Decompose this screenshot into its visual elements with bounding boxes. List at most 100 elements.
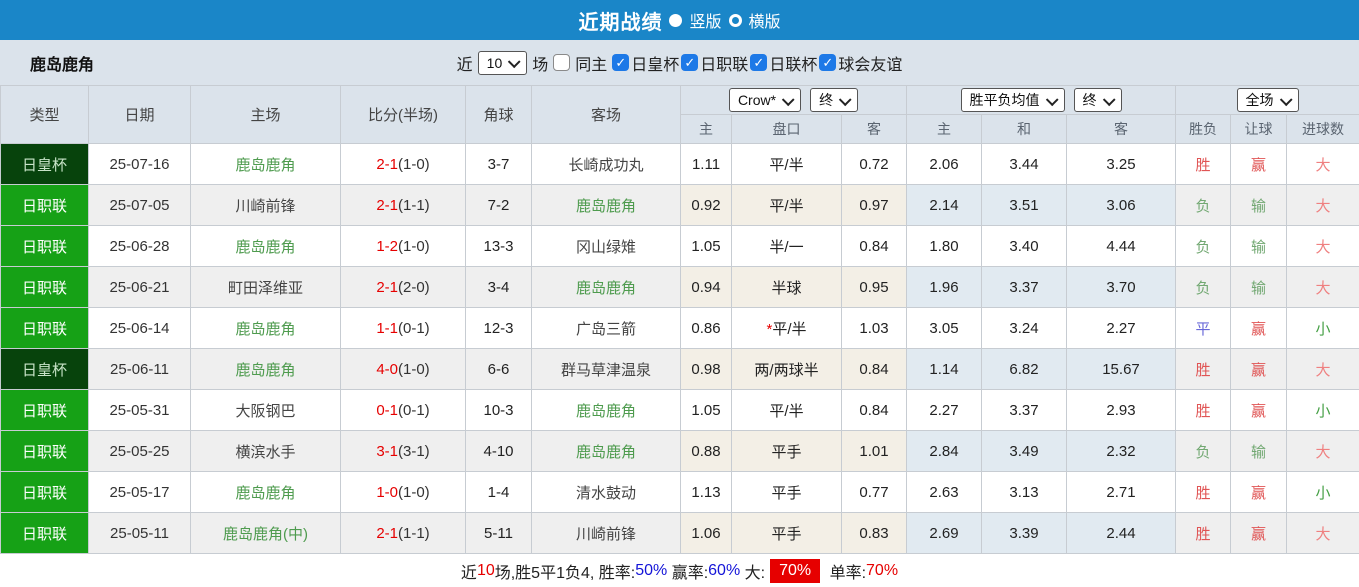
match-row: 日职联 25-05-17 鹿岛鹿角 1-0(1-0) 1-4 清水鼓动 1.13 平手 0.77…: [0, 471, 1359, 513]
home-team-cell: 鹿岛鹿角(中): [190, 512, 341, 554]
euro-away-odds-cell: 4.44: [1066, 225, 1176, 267]
goals-result-cell: 小: [1286, 307, 1359, 349]
euro-draw-odds-cell: 3.24: [981, 307, 1067, 349]
subheader-goals: 进球数: [1286, 114, 1359, 144]
home-team-cell: 鹿岛鹿角: [190, 471, 341, 513]
subheader-asian-away: 客: [841, 114, 907, 144]
away-team-cell: 广岛三箭: [531, 307, 681, 349]
goals-result-cell: 大: [1286, 430, 1359, 472]
goals-result-cell: 大: [1286, 348, 1359, 390]
asian-home-odds-cell: 1.13: [680, 471, 732, 513]
match-row: 日职联 25-06-28 鹿岛鹿角 1-2(1-0) 13-3 冈山绿雉 1.05 半/一 0.…: [0, 225, 1359, 267]
asian-away-odds-cell: 0.97: [841, 184, 907, 226]
full-time-score: 2-1: [376, 196, 398, 214]
match-count-select[interactable]: 10: [477, 50, 528, 75]
asian-away-odds-cell: 0.84: [841, 389, 907, 431]
euro-draw-odds-cell: 3.37: [981, 389, 1067, 431]
match-row: 日职联 25-05-25 横滨水手 3-1(3-1) 4-10 鹿岛鹿角 0.88 平手 1.0…: [0, 430, 1359, 472]
euro-home-odds-cell: 2.84: [906, 430, 982, 472]
match-type-cell: 日职联: [0, 471, 89, 513]
date-cell: 25-06-28: [88, 225, 191, 267]
home-team-cell: 鹿岛鹿角: [190, 225, 341, 267]
euro-period-select[interactable]: 终: [1073, 88, 1122, 112]
half-time-score: (1-1): [398, 196, 430, 214]
handicap-result-cell: 输: [1230, 225, 1287, 267]
goals-result-cell: 大: [1286, 184, 1359, 226]
asian-handicap-cell: 平手: [731, 512, 842, 554]
competition-checkbox[interactable]: [612, 54, 630, 71]
bookmaker-select-value: Crow*: [737, 92, 777, 108]
corners-cell: 3-7: [465, 143, 532, 185]
column-header-corners: 角球: [465, 85, 532, 144]
footer-stat-segment: 70%: [770, 559, 821, 583]
match-row: 日职联 25-05-11 鹿岛鹿角(中) 2-1(1-1) 5-11 川崎前锋 1.06 平手…: [0, 512, 1359, 554]
competition-label[interactable]: 日皇杯: [631, 51, 679, 75]
chevron-down-icon: [1279, 92, 1293, 106]
away-team-cell: 冈山绿雉: [531, 225, 681, 267]
column-header-date: 日期: [88, 85, 191, 144]
layout-vertical-label[interactable]: 竖版: [689, 8, 721, 32]
competition-filter-group: 日皇杯日职联日联杯球会友谊: [612, 51, 902, 75]
competition-checkbox[interactable]: [750, 54, 768, 71]
euro-home-odds-cell: 2.69: [906, 512, 982, 554]
near-label: 近: [456, 56, 473, 74]
euro-draw-odds-cell: 6.82: [981, 348, 1067, 390]
handicap-change-mark: *: [766, 320, 773, 338]
away-team-cell: 鹿岛鹿角: [531, 266, 681, 308]
away-team-cell: 长崎成功丸: [531, 143, 681, 185]
layout-horizontal-label[interactable]: 横版: [749, 8, 781, 32]
subheader-result: 胜负: [1175, 114, 1231, 144]
corners-cell: 3-4: [465, 266, 532, 308]
result-cell: 平: [1175, 307, 1231, 349]
score-cell: 0-1(0-1): [340, 389, 466, 431]
footer-stat-segment: 50%: [635, 562, 668, 579]
subheader-asian-home: 主: [680, 114, 732, 144]
layout-radio-horizontal-icon[interactable]: [728, 13, 742, 27]
scope-select[interactable]: 全场: [1236, 88, 1299, 112]
match-count-value: 10: [486, 54, 503, 71]
asian-home-odds-cell: 0.98: [680, 348, 732, 390]
euro-odds-select[interactable]: 胜平负均值: [960, 88, 1065, 112]
subheader-euro-away: 客: [1066, 114, 1176, 144]
asian-period-select[interactable]: 终: [810, 88, 859, 112]
handicap-result-cell: 赢: [1230, 389, 1287, 431]
same-home-label[interactable]: 同主: [575, 51, 607, 75]
euro-home-odds-cell: 2.27: [906, 389, 982, 431]
away-team-cell: 川崎前锋: [531, 512, 681, 554]
corners-cell: 12-3: [465, 307, 532, 349]
chevron-down-icon: [838, 92, 852, 106]
asian-home-odds-cell: 1.11: [680, 143, 732, 185]
bookmaker-select[interactable]: Crow*: [728, 88, 802, 112]
competition-label[interactable]: 球会友谊: [838, 51, 902, 75]
footer-stat-segment: 赢率:: [667, 565, 709, 582]
competition-checkbox[interactable]: [681, 54, 699, 71]
match-row: 日职联 25-05-31 大阪钢巴 0-1(0-1) 10-3 鹿岛鹿角 1.05 平/半 0.…: [0, 389, 1359, 431]
subheader-euro-home: 主: [906, 114, 982, 144]
score-cell: 2-1(2-0): [340, 266, 466, 308]
euro-odds-select-value: 胜平负均值: [969, 92, 1040, 108]
handicap-result-cell: 赢: [1230, 143, 1287, 185]
half-time-score: (1-0): [398, 155, 430, 173]
score-cell: 2-1(1-1): [340, 184, 466, 226]
asian-away-odds-cell: 1.01: [841, 430, 907, 472]
corners-cell: 7-2: [465, 184, 532, 226]
same-home-checkbox[interactable]: [553, 54, 571, 71]
match-type-cell: 日职联: [0, 512, 89, 554]
away-team-cell: 清水鼓动: [531, 471, 681, 513]
home-team-cell: 川崎前锋: [190, 184, 341, 226]
match-row: 日皇杯 25-06-11 鹿岛鹿角 4-0(1-0) 6-6 群马草津温泉 0.98 两/两球…: [0, 348, 1359, 390]
goals-result-cell: 小: [1286, 389, 1359, 431]
competition-checkbox[interactable]: [819, 54, 837, 71]
column-header-home: 主场: [190, 85, 341, 144]
layout-radio-vertical-selected-icon[interactable]: [669, 13, 683, 27]
date-cell: 25-05-17: [88, 471, 191, 513]
footer-stat-segment: 70%: [866, 562, 899, 579]
competition-label[interactable]: 日联杯: [769, 51, 817, 75]
chevron-down-icon: [1102, 92, 1116, 106]
footer-stat-segment: 60%: [708, 562, 741, 579]
full-time-score: 2-1: [376, 524, 398, 542]
handicap-result-cell: 输: [1230, 266, 1287, 308]
competition-label[interactable]: 日职联: [700, 51, 748, 75]
goals-result-cell: 大: [1286, 225, 1359, 267]
euro-draw-odds-cell: 3.51: [981, 184, 1067, 226]
